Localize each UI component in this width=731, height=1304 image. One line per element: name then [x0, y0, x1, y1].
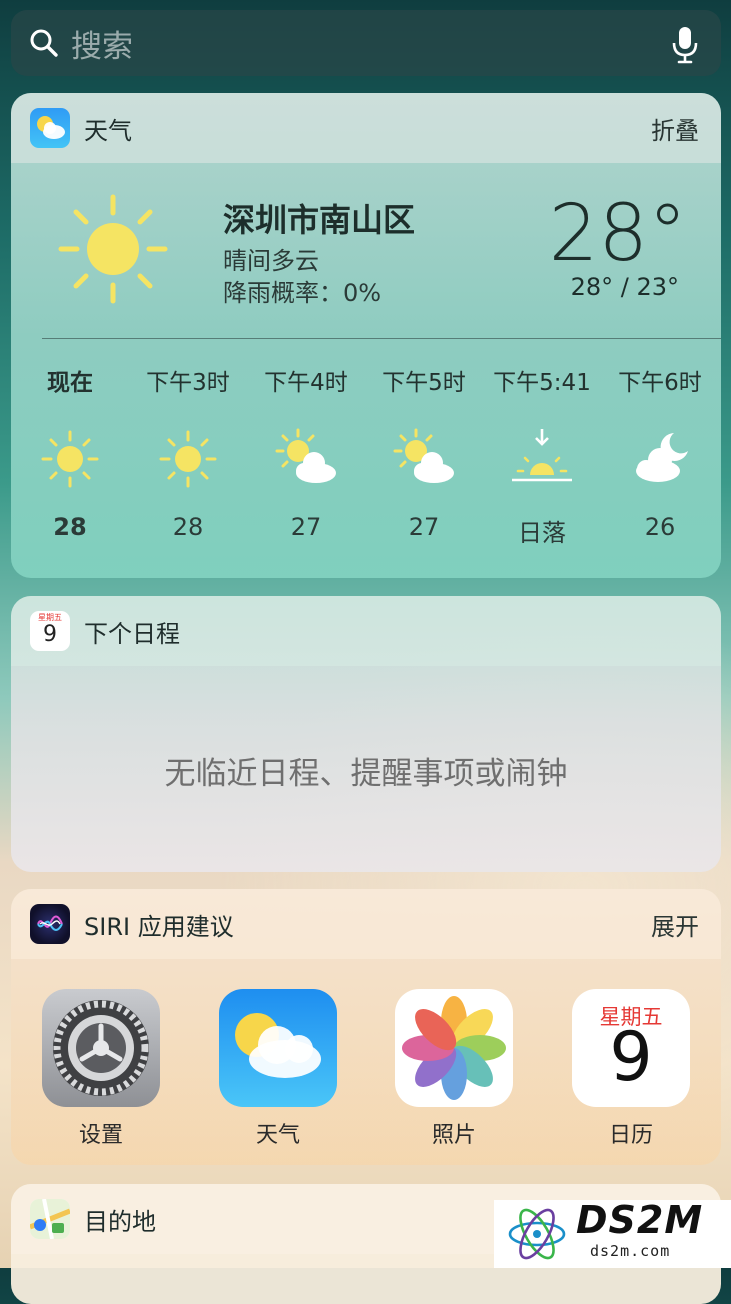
hourly-forecast: 现在 28 下午3时 28 下午4时 27 下午5时 27 下午5:41 日落 … — [11, 363, 721, 563]
siri-icon — [30, 904, 70, 944]
siri-header: SIRI 应用建议 展开 — [11, 889, 721, 959]
hourly-item: 下午4时 27 — [247, 363, 365, 541]
settings-icon[interactable] — [42, 989, 160, 1107]
sunset-icon — [512, 429, 572, 482]
up-next-title: 下个日程 — [84, 620, 180, 648]
sunset-label: 日落 — [518, 519, 566, 547]
destinations-title: 目的地 — [84, 1208, 156, 1236]
hour-temperature: 28 — [172, 513, 204, 541]
empty-events-message: 无临近日程、提醒事项或闹钟 — [164, 756, 568, 792]
up-next-header: 星期五 9 下个日程 — [11, 596, 721, 666]
app-weather[interactable]: 天气 — [213, 989, 343, 1149]
hour-label: 现在 — [47, 370, 93, 396]
partly-cloudy-icon — [393, 428, 454, 483]
up-next-widget[interactable]: 星期五 9 下个日程 无临近日程、提醒事项或闹钟 — [11, 596, 721, 872]
hourly-item: 下午5时 27 — [365, 363, 483, 541]
hour-label: 下午4时 — [264, 370, 348, 396]
search-bar[interactable]: 搜索 — [11, 10, 721, 76]
hour-label: 下午3时 — [146, 370, 230, 396]
hour-label: 下午5:41 — [493, 370, 591, 396]
rain-chance: 降雨概率：0% — [223, 279, 382, 307]
search-icon — [30, 29, 58, 57]
calendar-date: 9 — [609, 1018, 653, 1097]
app-settings[interactable]: 设置 — [36, 989, 166, 1149]
hour-temperature: 27 — [290, 513, 322, 541]
calendar-icon-date: 9 — [43, 622, 57, 647]
sun-icon — [58, 194, 168, 304]
app-photos[interactable]: 照片 — [389, 989, 519, 1149]
weather-widget-header: 天气 折叠 — [11, 93, 721, 163]
microphone-icon[interactable] — [669, 26, 701, 64]
calendar-app-icon: 星期五 9 — [30, 611, 70, 651]
atom-logo-icon — [508, 1208, 566, 1260]
hour-label: 下午5时 — [382, 370, 466, 396]
hour-label: 下午6时 — [618, 370, 702, 396]
app-calendar[interactable]: 星期五 9 日历 — [566, 989, 696, 1149]
collapse-button[interactable]: 折叠 — [651, 111, 699, 146]
weather-icon[interactable] — [219, 989, 337, 1107]
weather-app-icon — [30, 108, 70, 148]
watermark-brand: DS2M — [576, 1198, 704, 1242]
siri-app-suggestions-widget[interactable]: SIRI 应用建议 展开 设置 天气 照片 星期五 9 日历 — [11, 889, 721, 1165]
weather-widget[interactable]: 天气 折叠 深圳市南山区 晴间多云 降雨概率：0% 28° 28° / 23° … — [11, 93, 721, 578]
search-input[interactable]: 搜索 — [71, 21, 133, 66]
app-label: 设置 — [78, 1123, 123, 1148]
weather-location: 深圳市南山区 — [223, 201, 416, 239]
hourly-item: 下午6时 26 — [601, 363, 719, 541]
sun-icon — [41, 430, 99, 488]
current-temperature: 28° — [548, 189, 687, 279]
app-label: 日历 — [608, 1123, 653, 1148]
expand-button[interactable]: 展开 — [651, 907, 699, 942]
hour-temperature: 26 — [644, 513, 676, 541]
suggested-apps: 设置 天气 照片 星期五 9 日历 — [11, 989, 721, 1149]
hourly-item: 现在 28 — [11, 363, 129, 541]
siri-title: SIRI 应用建议 — [84, 913, 234, 941]
sun-icon — [159, 430, 217, 488]
partly-cloudy-icon — [275, 428, 336, 483]
maps-icon — [30, 1199, 70, 1239]
calendar-icon[interactable]: 星期五 9 — [572, 989, 690, 1107]
moon-cloud-icon — [636, 433, 688, 482]
watermark-url: ds2m.com — [590, 1242, 671, 1260]
app-label: 照片 — [431, 1123, 476, 1148]
weather-widget-title: 天气 — [84, 117, 132, 145]
hour-temperature: 28 — [53, 513, 87, 541]
hour-temperature: 27 — [408, 513, 440, 541]
weather-condition: 晴间多云 — [223, 247, 319, 275]
hourly-item: 下午5:41 日落 — [483, 363, 601, 548]
high-low-temperature: 28° / 23° — [570, 273, 679, 301]
app-label: 天气 — [255, 1123, 300, 1148]
watermark-logo: DS2M ds2m.com — [494, 1198, 731, 1268]
photos-icon[interactable] — [395, 989, 513, 1107]
divider — [42, 338, 721, 339]
hourly-item: 下午3时 28 — [129, 363, 247, 541]
